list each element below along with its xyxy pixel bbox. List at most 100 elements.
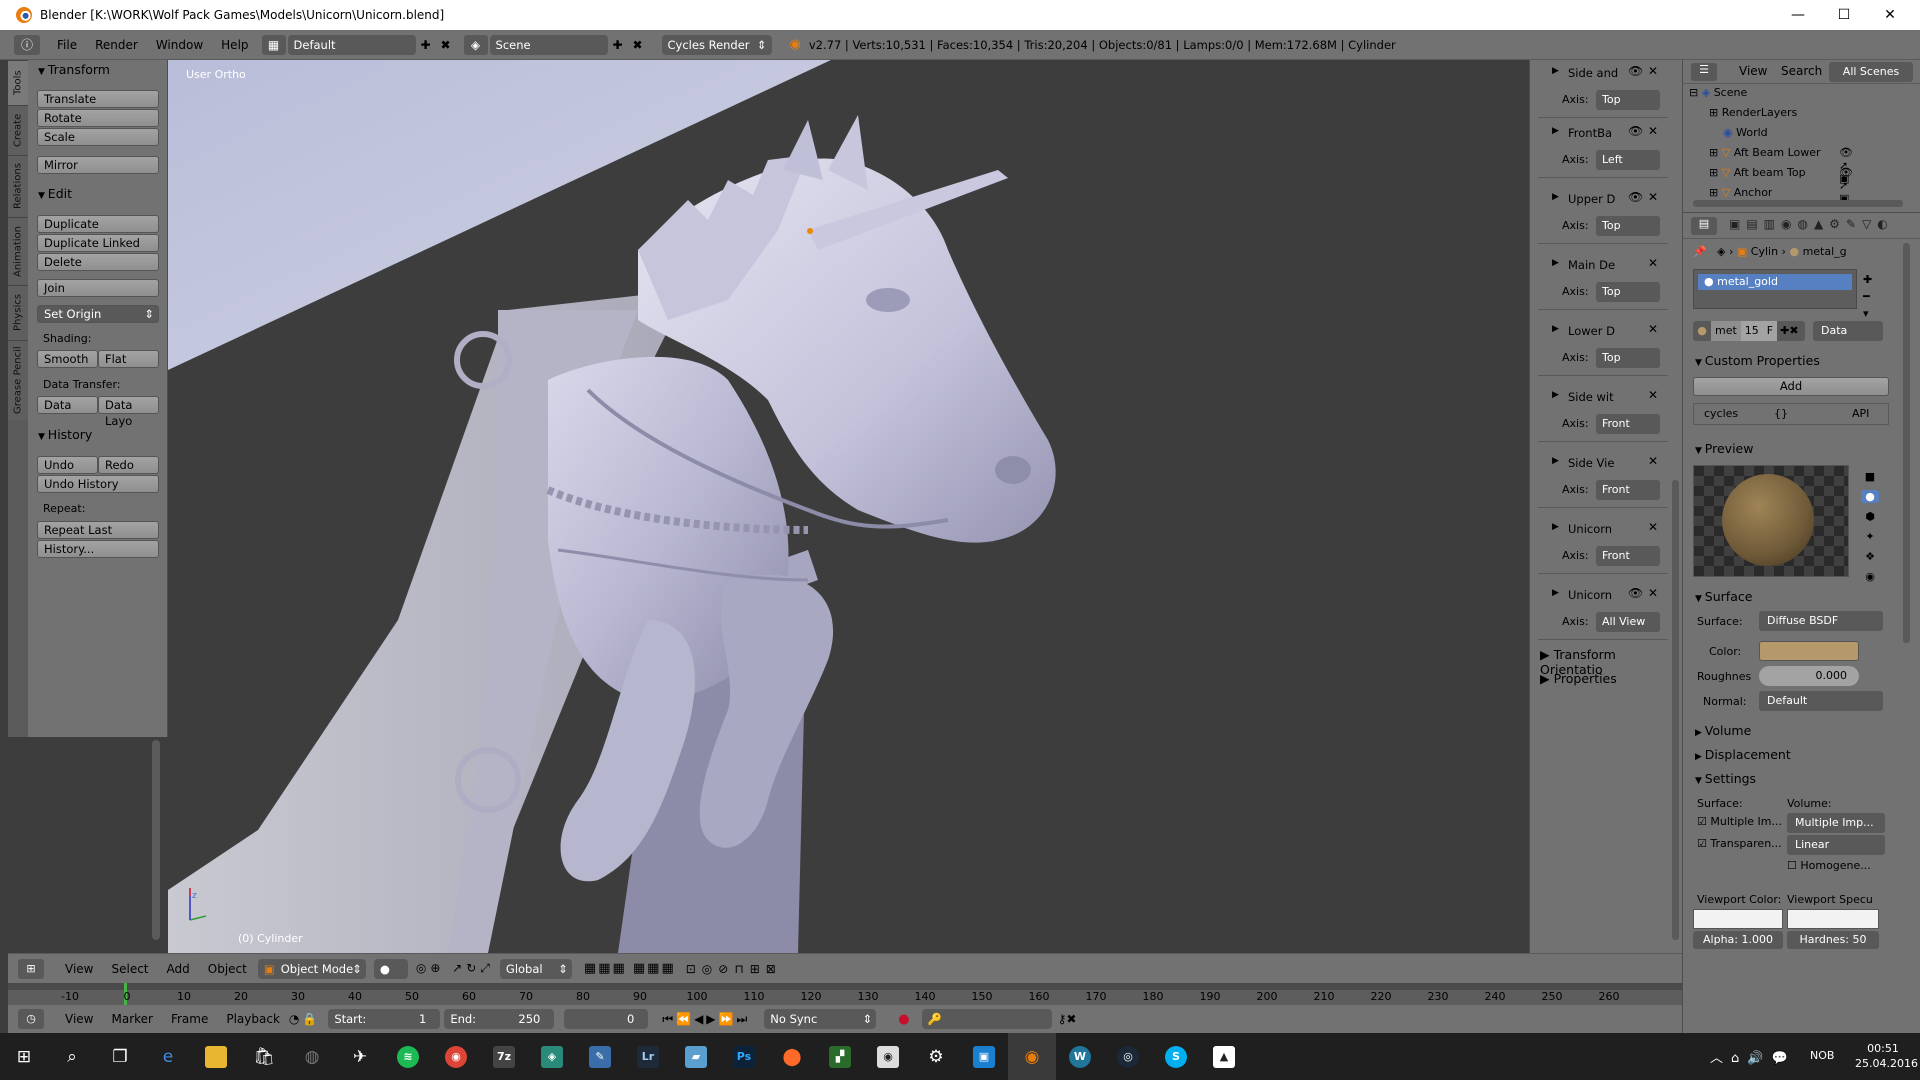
- transparent-shadow-checkbox[interactable]: ☑ Transparen...: [1697, 837, 1782, 850]
- add-property-button[interactable]: Add: [1693, 377, 1889, 396]
- outliner-search-menu[interactable]: Search: [1781, 64, 1822, 78]
- edit-panel-header[interactable]: Edit: [38, 186, 72, 201]
- remove-icon[interactable]: ✕: [1648, 64, 1658, 78]
- material-slot-item[interactable]: ● metal_gold: [1698, 274, 1852, 290]
- set-origin-dropdown[interactable]: Set Origin ⇕: [37, 305, 159, 323]
- outliner-scrollbar[interactable]: [1693, 200, 1903, 207]
- snap-and-render-icons[interactable]: ⊡◎⊘⊓⊞⊠: [686, 962, 782, 976]
- task-view-icon[interactable]: ❐: [96, 1033, 144, 1080]
- insert-keyframe-icon[interactable]: ⚷✖: [1058, 1012, 1077, 1026]
- current-frame-field[interactable]: 0: [564, 1009, 649, 1029]
- outliner-filter-dropdown[interactable]: All Scenes: [1829, 62, 1913, 82]
- close-window-button[interactable]: ✕: [1867, 0, 1913, 30]
- tools-scrollbar[interactable]: [152, 740, 160, 940]
- tab-physics[interactable]: Physics: [8, 285, 28, 340]
- menu-frame[interactable]: Frame: [162, 1012, 217, 1026]
- photos-icon[interactable]: ▲: [1200, 1033, 1248, 1080]
- redo-button[interactable]: Redo: [98, 456, 159, 474]
- axis-dropdown[interactable]: Front: [1596, 546, 1660, 566]
- record-icon[interactable]: ●: [898, 1012, 909, 1027]
- screen-layout-icon[interactable]: ▦: [261, 34, 286, 55]
- alpha-field[interactable]: Alpha: 1.000: [1693, 931, 1783, 949]
- menu-add[interactable]: Add: [158, 962, 199, 976]
- eye-icon[interactable]: 👁: [1628, 586, 1643, 600]
- background-image-item[interactable]: ▶ Main De ✕ Axis: Top: [1538, 252, 1668, 310]
- keyboard-language[interactable]: NOB: [1810, 1049, 1834, 1062]
- eye-icon[interactable]: 👁: [1628, 190, 1643, 204]
- mirror-button[interactable]: Mirror: [37, 156, 159, 174]
- scene-field[interactable]: Scene: [489, 34, 608, 55]
- remove-icon[interactable]: ✕: [1648, 520, 1658, 534]
- tab-grease-pencil[interactable]: Grease Pencil: [8, 340, 28, 420]
- steam-icon[interactable]: ◎: [1104, 1033, 1152, 1080]
- sync-mode-dropdown[interactable]: No Sync ⇕: [764, 1009, 877, 1029]
- duplicate-linked-button[interactable]: Duplicate Linked: [37, 234, 159, 252]
- settings-header[interactable]: Settings: [1695, 771, 1756, 786]
- axis-dropdown[interactable]: Top: [1596, 216, 1660, 236]
- app-icon[interactable]: ▞: [816, 1033, 864, 1080]
- viewport-specular-swatch[interactable]: [1787, 909, 1879, 929]
- properties-editor-icon[interactable]: ▤: [1691, 217, 1717, 235]
- outliner-view-menu[interactable]: View: [1739, 64, 1767, 78]
- menu-view-timeline[interactable]: View: [56, 1012, 102, 1026]
- timeline[interactable]: -10 0 10 20 30 40 50 60 70 80 90 100 110 120 130 140 150…: [8, 983, 1682, 1005]
- start-frame-field[interactable]: Start: 1: [328, 1009, 441, 1029]
- outliner-item[interactable]: ⊟ ◈ Scene: [1689, 86, 1747, 99]
- maximize-button[interactable]: ☐: [1821, 0, 1867, 30]
- search-icon[interactable]: ⌕: [48, 1033, 96, 1080]
- start-menu-icon[interactable]: ⊞: [0, 1033, 48, 1080]
- remove-icon[interactable]: ✕: [1648, 454, 1658, 468]
- material-datablock-field[interactable]: ● met 15 F ✚✖: [1693, 321, 1805, 341]
- properties-scrollbar[interactable]: [1903, 243, 1910, 643]
- npanel-scrollbar[interactable]: [1672, 480, 1679, 940]
- app-icon[interactable]: ◈: [528, 1033, 576, 1080]
- remove-icon[interactable]: ✕: [1648, 322, 1658, 336]
- pivot-and-manipulator-icons[interactable]: ◎⊕ ↗↻⤢: [416, 961, 494, 976]
- background-image-item[interactable]: ▶ Side Vie ✕ Axis: Front: [1538, 450, 1668, 508]
- volume-interpolation-dropdown[interactable]: Linear: [1787, 835, 1885, 855]
- transform-panel-header[interactable]: Transform: [38, 62, 110, 77]
- end-frame-field[interactable]: End: 250: [444, 1009, 555, 1029]
- flat-button[interactable]: Flat: [98, 350, 159, 368]
- app-icon[interactable]: ◍: [288, 1033, 336, 1080]
- lightroom-icon[interactable]: Lr: [624, 1033, 672, 1080]
- duplicate-button[interactable]: Duplicate: [37, 215, 159, 233]
- scale-button[interactable]: Scale: [37, 128, 159, 146]
- axis-dropdown[interactable]: Top: [1596, 282, 1660, 302]
- outliner-item[interactable]: ⊞ RenderLayers: [1709, 106, 1797, 119]
- preview-header[interactable]: Preview: [1695, 441, 1754, 456]
- outliner-item[interactable]: ◉ World: [1723, 126, 1768, 139]
- history-button[interactable]: History...: [37, 540, 159, 558]
- timeline-editor-icon[interactable]: ◷: [18, 1009, 44, 1029]
- skype-icon[interactable]: S: [1152, 1033, 1200, 1080]
- multiple-importance-checkbox[interactable]: ☑ Multiple Im...: [1697, 815, 1782, 828]
- remove-icon[interactable]: ✕: [1648, 586, 1658, 600]
- hardness-field[interactable]: Hardnes: 50: [1787, 931, 1879, 949]
- app-icon[interactable]: ◉: [864, 1033, 912, 1080]
- background-image-item[interactable]: ▶ Lower D ✕ Axis: Top: [1538, 318, 1668, 376]
- tab-relations[interactable]: Relations: [8, 155, 28, 217]
- undo-button[interactable]: Undo: [37, 456, 98, 474]
- clock[interactable]: 00:51 25.04.2016: [1855, 1041, 1918, 1071]
- repeat-last-button[interactable]: Repeat Last: [37, 521, 159, 539]
- axis-dropdown[interactable]: Front: [1596, 480, 1660, 500]
- app-icon[interactable]: ✎: [576, 1033, 624, 1080]
- wordpress-icon[interactable]: W: [1056, 1033, 1104, 1080]
- material-link-dropdown[interactable]: Data: [1813, 321, 1883, 341]
- eye-icon[interactable]: 👁: [1628, 64, 1643, 78]
- chrome-icon[interactable]: ◉: [432, 1033, 480, 1080]
- surface-header[interactable]: Surface: [1695, 589, 1753, 604]
- add-layout-icon[interactable]: ✚: [416, 35, 436, 55]
- add-scene-icon[interactable]: ✚: [608, 35, 628, 55]
- playback-controls[interactable]: ⏮⏪◀▶⏩⏭: [662, 1012, 750, 1027]
- minimize-button[interactable]: —: [1775, 0, 1821, 30]
- properties-context-tabs[interactable]: ▣▤▥◉◍▲⚙✎▽◐: [1729, 217, 1894, 231]
- tab-tools[interactable]: Tools: [8, 60, 28, 105]
- menu-view[interactable]: View: [56, 962, 102, 976]
- undo-history-button[interactable]: Undo History: [37, 475, 159, 493]
- screen-layout-field[interactable]: Default: [287, 34, 416, 55]
- slot-list-buttons[interactable]: ✚ ━ ▾: [1863, 271, 1872, 322]
- menu-window[interactable]: Window: [147, 38, 212, 52]
- store-icon[interactable]: 🛍: [240, 1033, 288, 1080]
- view3d-editor-icon[interactable]: ⊞: [18, 958, 44, 979]
